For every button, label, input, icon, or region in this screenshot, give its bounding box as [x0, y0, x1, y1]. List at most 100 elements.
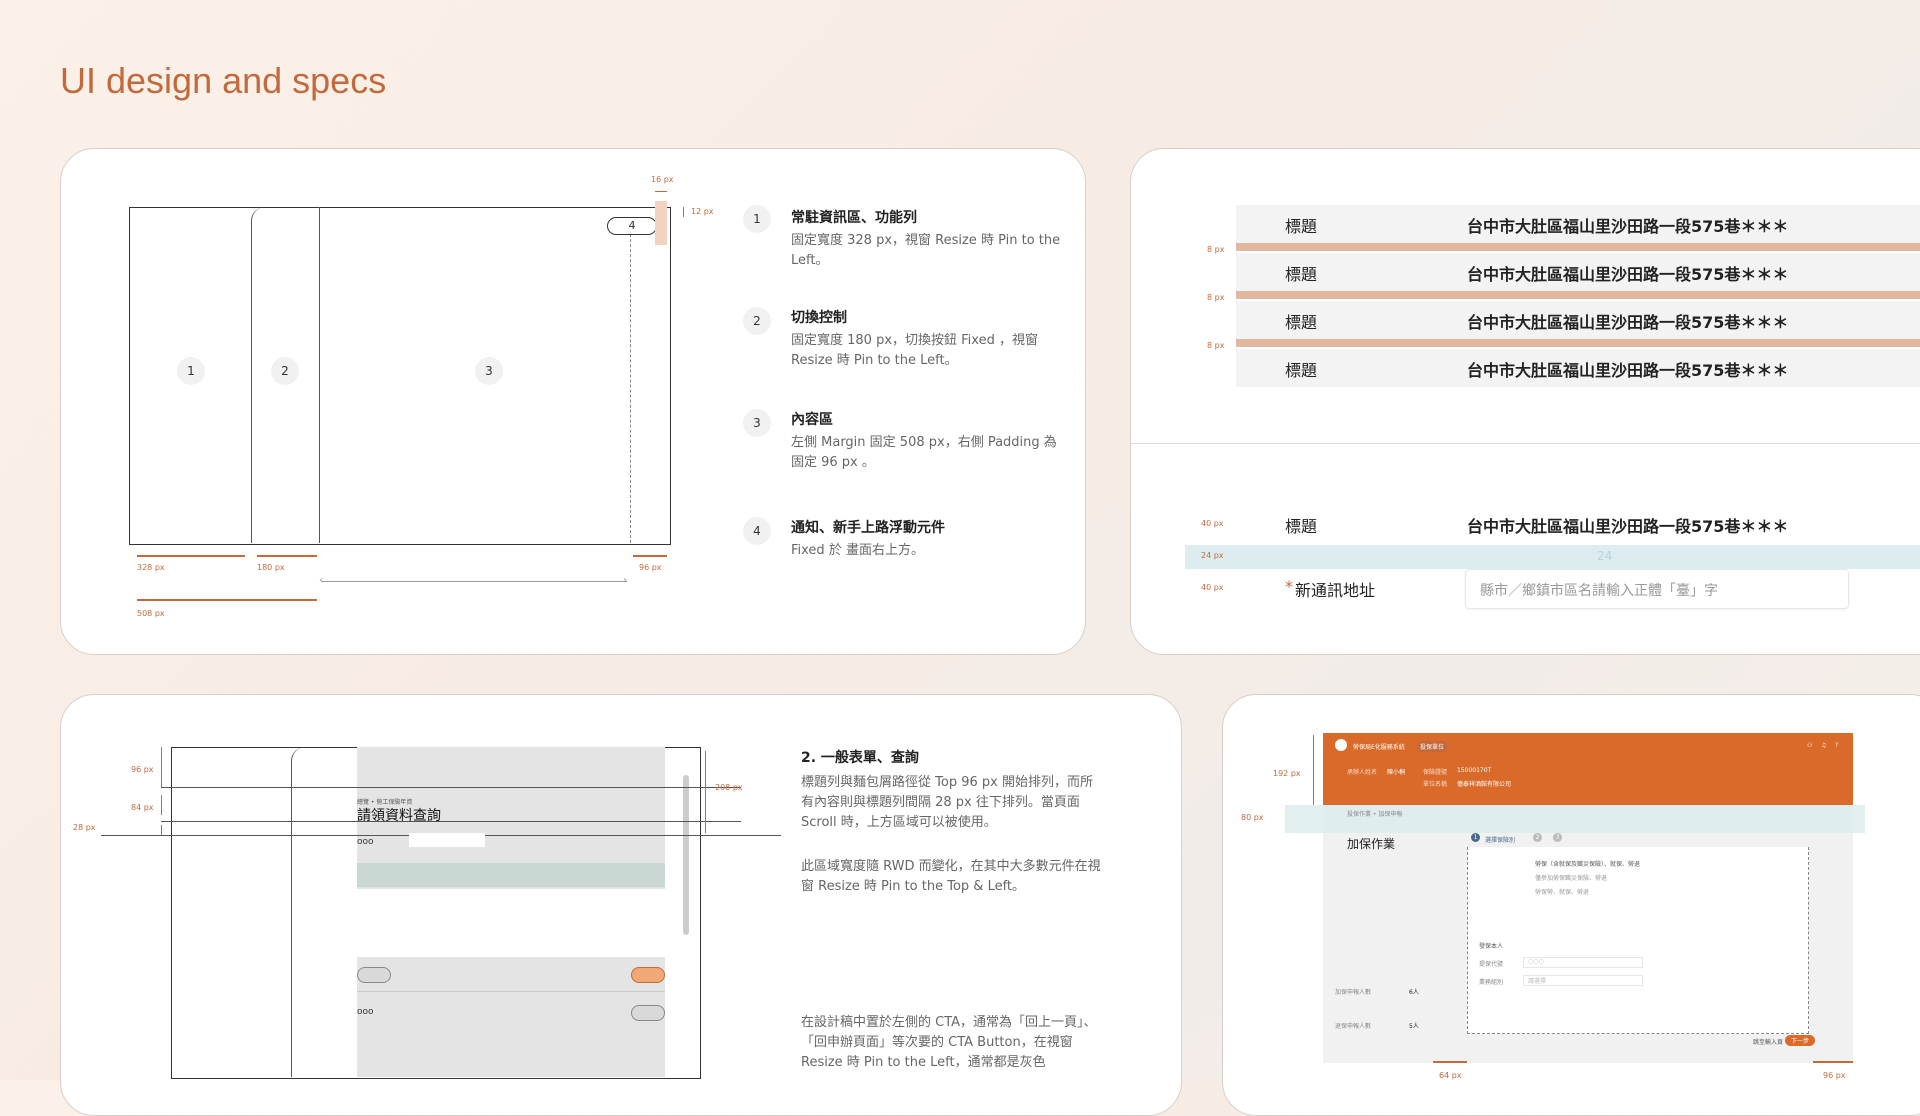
field-2-label: 業務組別 — [1479, 979, 1504, 986]
title-bottom-guide — [161, 821, 741, 822]
rows-spec-card: 標題 台中市大肚區福山里沙田路一段575巷＊＊＊ 8 px 標題 台中市大肚區福… — [1130, 148, 1920, 655]
user-icon[interactable]: ⚇ — [1807, 742, 1812, 749]
app-badge: 投保單位 — [1417, 741, 1448, 752]
side-2-text: 退保申報人數 — [1335, 1023, 1372, 1030]
mock-teal-band — [357, 863, 665, 887]
mock-small-cta[interactable] — [631, 1005, 665, 1021]
step-1-num: 1 — [743, 205, 771, 233]
stepper-label: 選擇保險別 — [1485, 837, 1516, 844]
stepper-2[interactable]: 2 — [1533, 833, 1542, 842]
dim-title-line — [161, 795, 162, 815]
zone-2-marker: 2 — [271, 357, 299, 385]
gap-marker: 24 — [1597, 549, 1613, 563]
row-2-value: 台中市大肚區福山里沙田路一段575巷＊＊＊ — [1467, 265, 1789, 284]
mock-white-block — [357, 889, 665, 957]
mock-ooo-1: ooo — [357, 837, 374, 847]
arrow-right: › — [623, 575, 627, 586]
mock-scrollbar[interactable] — [683, 775, 689, 935]
zone-3-divider — [319, 207, 320, 543]
mock-input[interactable] — [409, 833, 485, 847]
cta-secondary[interactable]: 跳至輸入頁 — [1753, 1037, 1783, 1046]
mock-title: 請領資料查詢 — [357, 808, 441, 824]
dim-w3-line — [633, 555, 667, 557]
row-4-label: 標題 — [1285, 361, 1318, 380]
content-panel — [1467, 847, 1809, 1034]
form-row-value: 台中市大肚區福山里沙田路一段575巷＊＊＊ — [1467, 517, 1789, 536]
hf-2-label: 保險證號 — [1423, 769, 1448, 776]
dim-right-line — [1813, 1061, 1853, 1063]
mock-sidebar-curve — [291, 747, 352, 1077]
step-4-title: 通知、新手上路浮動元件 — [791, 520, 945, 536]
form-section-heading: 2. 一般表單、查詢 — [801, 750, 919, 766]
gap-bar-2 — [1236, 291, 1920, 299]
hf-1-value: 陳小桐 — [1387, 769, 1406, 776]
row-3-label: 標題 — [1285, 313, 1318, 332]
row-1-value: 台中市大肚區福山里沙田路一段575巷＊＊＊ — [1467, 217, 1789, 236]
stepper-1[interactable]: 1 — [1471, 833, 1480, 842]
gap-2-label: 8 px — [1207, 293, 1225, 302]
dim-margin-line — [137, 599, 317, 601]
radio-3[interactable]: 勞保勞、就保、勞退 — [1535, 887, 1589, 896]
cta-primary[interactable]: 下一步 — [1785, 1035, 1816, 1046]
dim-top96-line — [161, 747, 162, 787]
field-2-select[interactable]: 請選擇 — [1523, 975, 1643, 986]
radio-1[interactable]: 勞保（含就保及職災保險）、就保、勞退 — [1535, 859, 1640, 868]
dim-left-label: 64 px — [1439, 1071, 1462, 1080]
dim-top-line — [655, 191, 667, 192]
title-top-guide — [161, 787, 741, 788]
dim-w1-label: 328 px — [137, 563, 165, 572]
step-2-desc: 固定寬度 180 px，切換按鈕 Fixed ，視窗 Resize 時 Pin … — [791, 333, 1038, 368]
field-1-label: 提保代號 — [1479, 961, 1504, 968]
hf-1-label: 承辦人姓名 — [1347, 769, 1378, 776]
checkbox-label[interactable]: 發保本人 — [1479, 941, 1503, 950]
field-2-placeholder: 請選擇 — [1528, 978, 1547, 985]
field-1-input[interactable]: ○○○ — [1523, 957, 1643, 968]
step-2-title: 切換控制 — [791, 310, 847, 326]
bell-icon[interactable]: ♫ — [1821, 742, 1826, 749]
field-1-placeholder: ○○○ — [1528, 958, 1544, 965]
row-3-value: 台中市大肚區福山里沙田路一段575巷＊＊＊ — [1467, 313, 1789, 332]
step-1-desc: 固定寬度 328 px，視窗 Resize 時 Pin to the Left。 — [791, 233, 1061, 268]
hf-2-value: 15000170T — [1457, 767, 1492, 774]
dim-w2-label: 180 px — [257, 563, 285, 572]
layout-frame — [129, 207, 671, 545]
mock-ooo-2: ooo — [357, 1007, 374, 1017]
dim-left-line — [1433, 1061, 1467, 1063]
form-para-2: 此區域寬度隨 RWD 而變化，在其中大多數元件在視窗 Resize 時 Pin … — [801, 859, 1101, 894]
form-h-bottom-label: 40 px — [1201, 583, 1224, 592]
dim-side-line — [683, 207, 684, 217]
step-4-num: 4 — [743, 517, 771, 545]
step-3-desc: 左側 Margin 固定 508 px，右側 Padding 為固定 96 px… — [791, 435, 1057, 470]
section-divider — [1131, 443, 1920, 444]
dim-header-label: 192 px — [1273, 769, 1301, 778]
address-label: 新通訊地址 — [1295, 581, 1376, 600]
gap-bar-3 — [1236, 339, 1920, 347]
layout-spec-card: 1 2 3 4 16 px 12 px 328 px 180 px ‹ › 96… — [60, 148, 1086, 655]
form-para-1: 標題列與麵包屑路徑從 Top 96 px 開始排列，而所有內容則與標題列間隔 2… — [801, 775, 1093, 830]
row-2-label: 標題 — [1285, 265, 1318, 284]
hf-3-value: 億泰祥酒館有限公司 — [1457, 781, 1512, 788]
form-h-gap-label: 24 px — [1201, 551, 1224, 560]
dim-top-label: 16 px — [651, 175, 674, 184]
step-3-num: 3 — [743, 409, 771, 437]
address-input[interactable]: 縣市／鄉鎮市區名請輸入正體「臺」字 — [1465, 569, 1849, 609]
app-page-title: 加保作業 — [1347, 837, 1396, 851]
app-breadcrumb[interactable]: 投保作業 • 加保申報 — [1347, 809, 1402, 818]
required-mark: * — [1285, 577, 1293, 596]
app-logo[interactable] — [1335, 739, 1347, 751]
form-h-top-label: 40 px — [1201, 519, 1224, 528]
radio-2[interactable]: 僅參加勞保職災保險、勞退 — [1535, 873, 1607, 882]
dim-w2-line — [257, 555, 317, 557]
help-icon[interactable]: ? — [1835, 742, 1838, 749]
content-range-line — [321, 581, 627, 582]
mock-secondary-cta[interactable] — [357, 967, 391, 983]
stepper-3[interactable]: 3 — [1553, 833, 1562, 842]
dim-gap-label: 28 px — [73, 823, 96, 832]
dim-margin-label: 508 px — [137, 609, 165, 618]
float-highlight — [655, 201, 667, 245]
side-2-count: 5人 — [1409, 1023, 1419, 1030]
side-1-text: 加保申報人數 — [1335, 989, 1372, 996]
address-placeholder: 縣市／鄉鎮市區名請輸入正體「臺」字 — [1480, 583, 1718, 599]
dim-top96-label: 96 px — [131, 765, 154, 774]
mock-primary-cta[interactable] — [631, 967, 665, 983]
